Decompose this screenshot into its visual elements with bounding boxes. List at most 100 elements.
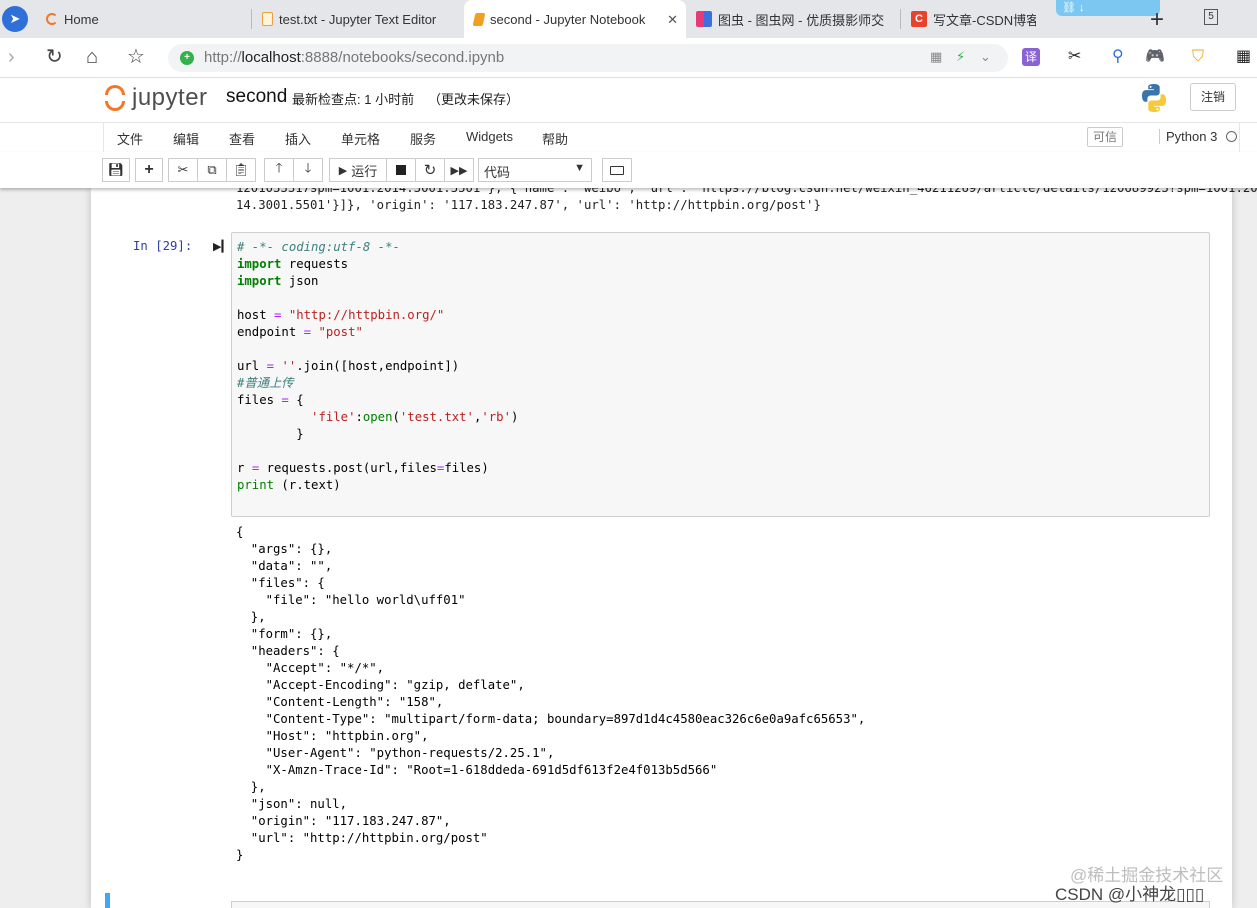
- stop-icon: [396, 165, 406, 175]
- selected-cell-indicator: [105, 893, 110, 908]
- command-palette-button[interactable]: [602, 158, 632, 182]
- reload-icon[interactable]: ↻: [46, 46, 63, 68]
- save-icon: 💾︎: [107, 162, 125, 177]
- run-button[interactable]: ▶ 运行: [329, 158, 387, 182]
- paste-button[interactable]: 📋︎: [226, 158, 256, 182]
- code-line: "form": {},: [236, 627, 333, 641]
- tab-count-badge[interactable]: 5: [1204, 9, 1218, 25]
- code-line: print (r.text): [237, 478, 341, 492]
- menu-edit[interactable]: 编辑: [173, 129, 199, 148]
- jupyter-menubar: 文件 编辑 查看 插入 单元格 服务 Widgets 帮助 可信 Python …: [0, 122, 1257, 153]
- restart-run-all-button[interactable]: ▶▶: [444, 158, 474, 182]
- plus-icon: +: [144, 161, 154, 178]
- search-icon[interactable]: ⚲: [1112, 48, 1124, 66]
- menu-cell[interactable]: 单元格: [341, 129, 380, 148]
- code-line: 14.3001.5501'}]}, 'origin': '117.183.247…: [236, 198, 821, 212]
- jupyter-logo[interactable]: jupyter: [104, 83, 208, 113]
- code-cell-editor[interactable]: # -*- coding:utf-8 -*- import requests imp…: [231, 232, 1210, 517]
- next-code-cell[interactable]: [105, 893, 1210, 908]
- jupyter-header: jupyter second 最新检查点: 1 小时前 （更改未保存） 注销: [0, 78, 1257, 122]
- new-tab-icon[interactable]: +: [1150, 6, 1164, 34]
- code-line: #普通上传: [237, 376, 294, 390]
- code-line: endpoint = "post": [237, 325, 363, 339]
- code-lines[interactable]: # -*- coding:utf-8 -*- import requests imp…: [237, 239, 518, 494]
- cell-type-select[interactable]: 代码 ▼: [478, 158, 592, 182]
- code-line: url = ''.join([host,endpoint]): [237, 359, 460, 373]
- code-line: r = requests.post(url,files=files): [237, 461, 489, 475]
- interrupt-button[interactable]: [386, 158, 416, 182]
- csdn-favicon-icon: C: [911, 11, 927, 27]
- code-line: "data": "",: [236, 559, 333, 573]
- restart-icon: ↻: [423, 162, 437, 179]
- move-down-button[interactable]: 🡓: [293, 158, 323, 182]
- menu-help[interactable]: 帮助: [542, 129, 568, 148]
- jupyter-logo-icon: [104, 83, 126, 113]
- code-line: files = {: [237, 393, 304, 407]
- tab-home[interactable]: Home: [36, 0, 251, 38]
- code-line: "files": {: [236, 576, 325, 590]
- cut-icon: ✂: [177, 162, 189, 177]
- insert-cell-button[interactable]: +: [135, 158, 163, 182]
- gamepad-icon[interactable]: 🎮: [1145, 48, 1165, 66]
- lightning-icon[interactable]: ⚡: [956, 49, 965, 65]
- navigation-icon[interactable]: ➤: [2, 6, 28, 32]
- checkpoint-status: 最新检查点: 1 小时前: [292, 92, 415, 107]
- save-button[interactable]: 💾︎: [102, 158, 130, 182]
- restart-button[interactable]: ↻: [415, 158, 445, 182]
- address-text[interactable]: http://localhost:8888/notebooks/second.i…: [204, 49, 504, 66]
- tab-label: Home: [64, 11, 99, 27]
- tab-tuchong[interactable]: 图虫 - 图虫网 - 优质摄影师交: [686, 0, 900, 38]
- cut-button[interactable]: ✂: [168, 158, 198, 182]
- code-line: },: [236, 610, 266, 624]
- cell-output: { "args": {}, "data": "", "files": { "fi…: [236, 524, 865, 864]
- chevron-down-icon: ▼: [574, 162, 585, 174]
- close-tab-icon[interactable]: ✕: [667, 12, 678, 28]
- previous-cell-output: 1201033317spm=1001.2014.3001.5501'}, {'n…: [236, 188, 1257, 214]
- paste-icon: 📋︎: [232, 162, 250, 177]
- address-bar[interactable]: + http://localhost:8888/notebooks/second…: [168, 44, 1008, 72]
- menu-view[interactable]: 查看: [229, 129, 255, 148]
- copy-button[interactable]: ⧉: [197, 158, 227, 182]
- chevron-down-icon[interactable]: ⌄: [980, 49, 991, 65]
- tab-text-editor[interactable]: test.txt - Jupyter Text Editor: [252, 0, 464, 38]
- tab-csdn[interactable]: C 写文章-CSDN博客: [901, 0, 1036, 38]
- arrow-up-icon: 🡑: [275, 160, 283, 175]
- tab-label: 图虫 - 图虫网 - 优质摄影师交: [718, 12, 885, 28]
- fast-forward-icon: ▶▶: [450, 164, 468, 177]
- tuchong-favicon-icon: [696, 11, 712, 27]
- shield-coin-icon[interactable]: ⛉: [1192, 48, 1204, 66]
- keyboard-icon: [610, 165, 624, 175]
- trusted-indicator[interactable]: 可信: [1087, 127, 1123, 147]
- code-line: import requests: [237, 257, 349, 271]
- jupyter-logo-text: jupyter: [132, 84, 208, 111]
- apps-grid-icon[interactable]: ▦: [1236, 48, 1251, 66]
- move-up-button[interactable]: 🡑: [264, 158, 294, 182]
- forward-icon[interactable]: ›: [8, 46, 15, 68]
- code-line: "url": "http://httpbin.org/post": [236, 831, 488, 845]
- notebook-container: 1201033317spm=1001.2014.3001.5501'}, {'n…: [91, 188, 1257, 908]
- code-line: },: [236, 780, 266, 794]
- tab-label: test.txt - Jupyter Text Editor: [279, 11, 437, 27]
- run-cell-icon[interactable]: ▶▎: [213, 240, 230, 253]
- translate-icon[interactable]: 译: [1022, 48, 1041, 66]
- code-line: "Host": "httpbin.org",: [236, 729, 429, 743]
- tab-label: second - Jupyter Notebook: [490, 11, 646, 27]
- document-icon: [262, 12, 273, 26]
- qr-code-icon[interactable]: ▦: [930, 49, 942, 65]
- code-line: "file": "hello world\uff01": [236, 593, 466, 607]
- notebook-name[interactable]: second: [226, 86, 287, 108]
- copy-icon: ⧉: [207, 162, 217, 177]
- tab-notebook[interactable]: second - Jupyter Notebook ✕: [464, 0, 686, 38]
- bookmark-star-icon[interactable]: ☆: [127, 46, 145, 68]
- notebook-toolbar: 💾︎ + ✂ ⧉ 📋︎ 🡑 🡓 ▶ 运行 ↻ ▶▶ 代码 ▼: [0, 152, 1257, 188]
- home-icon[interactable]: ⌂: [86, 46, 98, 68]
- code-line: {: [236, 525, 244, 539]
- tab-label: 写文章-CSDN博客: [933, 12, 1036, 28]
- menu-kernel[interactable]: 服务: [410, 129, 436, 148]
- logout-button[interactable]: 注销: [1190, 83, 1236, 111]
- arrow-down-icon: 🡓: [304, 160, 312, 175]
- menu-widgets[interactable]: Widgets: [466, 129, 513, 144]
- scissors-icon[interactable]: ✂: [1068, 48, 1081, 66]
- menu-file[interactable]: 文件: [117, 129, 143, 148]
- menu-insert[interactable]: 插入: [285, 129, 311, 148]
